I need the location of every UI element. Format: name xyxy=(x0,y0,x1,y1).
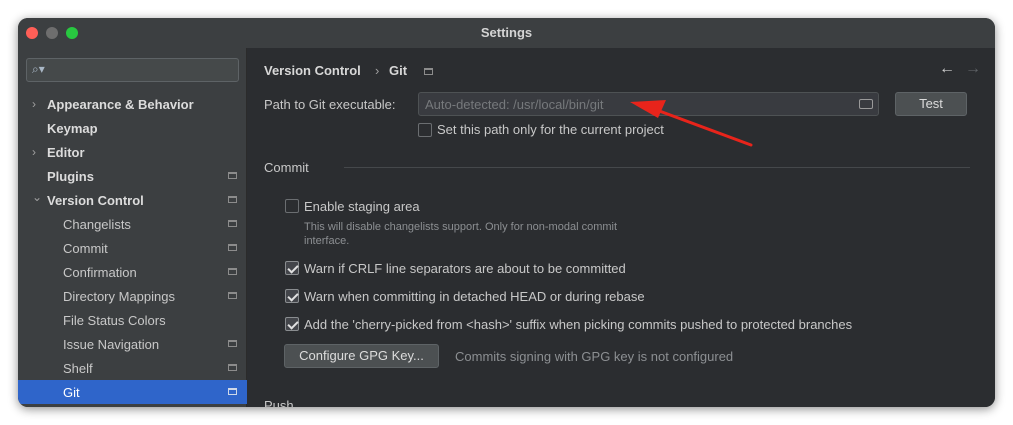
sidebar-item-label: Appearance & Behavior xyxy=(47,97,194,112)
git-path-value: Auto-detected: /usr/local/bin/git xyxy=(425,97,604,112)
staging-hint-line2: interface. xyxy=(304,235,350,247)
chevron-down-icon[interactable]: ⌄ xyxy=(32,190,42,204)
sidebar-item-label: Editor xyxy=(47,145,85,160)
sidebar-item-issue-navigation[interactable]: Issue Navigation xyxy=(18,332,247,356)
cherry-pick-suffix-label: Add the 'cherry-picked from <hash>' suff… xyxy=(304,317,853,332)
project-settings-icon xyxy=(424,68,433,75)
staging-hint-line1: This will disable changelists support. O… xyxy=(304,221,618,233)
enable-staging-checkbox[interactable] xyxy=(285,199,299,213)
gpg-status-text: Commits signing with GPG key is not conf… xyxy=(455,349,734,364)
push-section-title: Push xyxy=(264,398,294,407)
git-path-input[interactable]: Auto-detected: /usr/local/bin/git xyxy=(418,92,879,116)
breadcrumb-version-control[interactable]: Version Control xyxy=(264,63,361,78)
sidebar-item-appearance-behavior[interactable]: › Appearance & Behavior xyxy=(18,92,247,116)
enable-staging-label: Enable staging area xyxy=(304,199,420,214)
project-settings-icon xyxy=(228,292,237,299)
sidebar-item-commit[interactable]: Commit xyxy=(18,236,247,260)
project-settings-icon xyxy=(228,388,237,395)
settings-search-input[interactable]: ⌕▾ xyxy=(26,58,239,82)
settings-window: Settings ⌕▾ › Appearance & Behavior Keym… xyxy=(18,18,995,407)
chevron-right-icon[interactable]: › xyxy=(32,145,36,159)
chevron-right-icon[interactable]: › xyxy=(32,97,36,111)
warn-crlf-label: Warn if CRLF line separators are about t… xyxy=(304,261,626,276)
sidebar-item-editor[interactable]: › Editor xyxy=(18,140,247,164)
search-icon: ⌕▾ xyxy=(32,62,45,76)
sidebar-item-confirmation[interactable]: Confirmation xyxy=(18,260,247,284)
sidebar-item-label: Git xyxy=(63,385,80,400)
sidebar-item-label: Issue Navigation xyxy=(63,337,160,352)
settings-sidebar: ⌕▾ › Appearance & Behavior Keymap › Edit… xyxy=(18,48,247,407)
cherry-pick-suffix-checkbox[interactable] xyxy=(285,317,299,331)
project-settings-icon xyxy=(228,196,237,203)
project-settings-icon xyxy=(228,364,237,371)
project-settings-icon xyxy=(228,268,237,275)
sidebar-item-keymap[interactable]: Keymap xyxy=(18,116,247,140)
sidebar-item-file-status-colors[interactable]: File Status Colors xyxy=(18,308,247,332)
sidebar-item-label: Version Control xyxy=(47,193,144,208)
sidebar-item-label: Confirmation xyxy=(63,265,137,280)
folder-icon[interactable] xyxy=(859,99,873,109)
back-arrow-icon[interactable]: ← xyxy=(939,60,955,78)
title-bar: Settings xyxy=(18,18,995,48)
sidebar-item-shelf[interactable]: Shelf xyxy=(18,356,247,380)
test-button[interactable]: Test xyxy=(895,92,967,116)
warn-crlf-checkbox[interactable] xyxy=(285,261,299,275)
sidebar-item-label: Keymap xyxy=(47,121,98,136)
section-divider xyxy=(344,167,970,168)
current-project-checkbox-label: Set this path only for the current proje… xyxy=(437,122,664,137)
breadcrumb-git: Git xyxy=(389,63,408,78)
project-settings-icon xyxy=(228,244,237,251)
project-settings-icon xyxy=(228,172,237,179)
settings-content: Version Control › Git ← → Path to Git ex… xyxy=(248,48,995,407)
sidebar-item-label: Shelf xyxy=(63,361,93,376)
project-settings-icon xyxy=(228,340,237,347)
current-project-checkbox[interactable] xyxy=(418,123,432,137)
git-path-label: Path to Git executable: xyxy=(264,97,396,112)
forward-arrow-icon[interactable]: → xyxy=(965,60,981,78)
sidebar-item-label: Commit xyxy=(63,241,108,256)
sidebar-item-changelists[interactable]: Changelists xyxy=(18,212,247,236)
sidebar-item-label: Changelists xyxy=(63,217,131,232)
warn-detached-head-label: Warn when committing in detached HEAD or… xyxy=(304,289,645,304)
sidebar-item-plugins[interactable]: Plugins xyxy=(18,164,247,188)
sidebar-item-label: File Status Colors xyxy=(63,313,166,328)
commit-section-title: Commit xyxy=(264,160,309,175)
warn-detached-head-checkbox[interactable] xyxy=(285,289,299,303)
sidebar-item-git[interactable]: Git xyxy=(18,380,247,404)
sidebar-item-directory-mappings[interactable]: Directory Mappings xyxy=(18,284,247,308)
breadcrumb-separator: › xyxy=(375,63,380,78)
configure-gpg-key-button[interactable]: Configure GPG Key... xyxy=(284,344,439,368)
project-settings-icon xyxy=(228,220,237,227)
window-title: Settings xyxy=(480,25,533,40)
sidebar-item-label: Directory Mappings xyxy=(63,289,175,304)
sidebar-item-label: Plugins xyxy=(47,169,94,184)
sidebar-item-version-control[interactable]: ⌄ Version Control xyxy=(18,188,247,212)
